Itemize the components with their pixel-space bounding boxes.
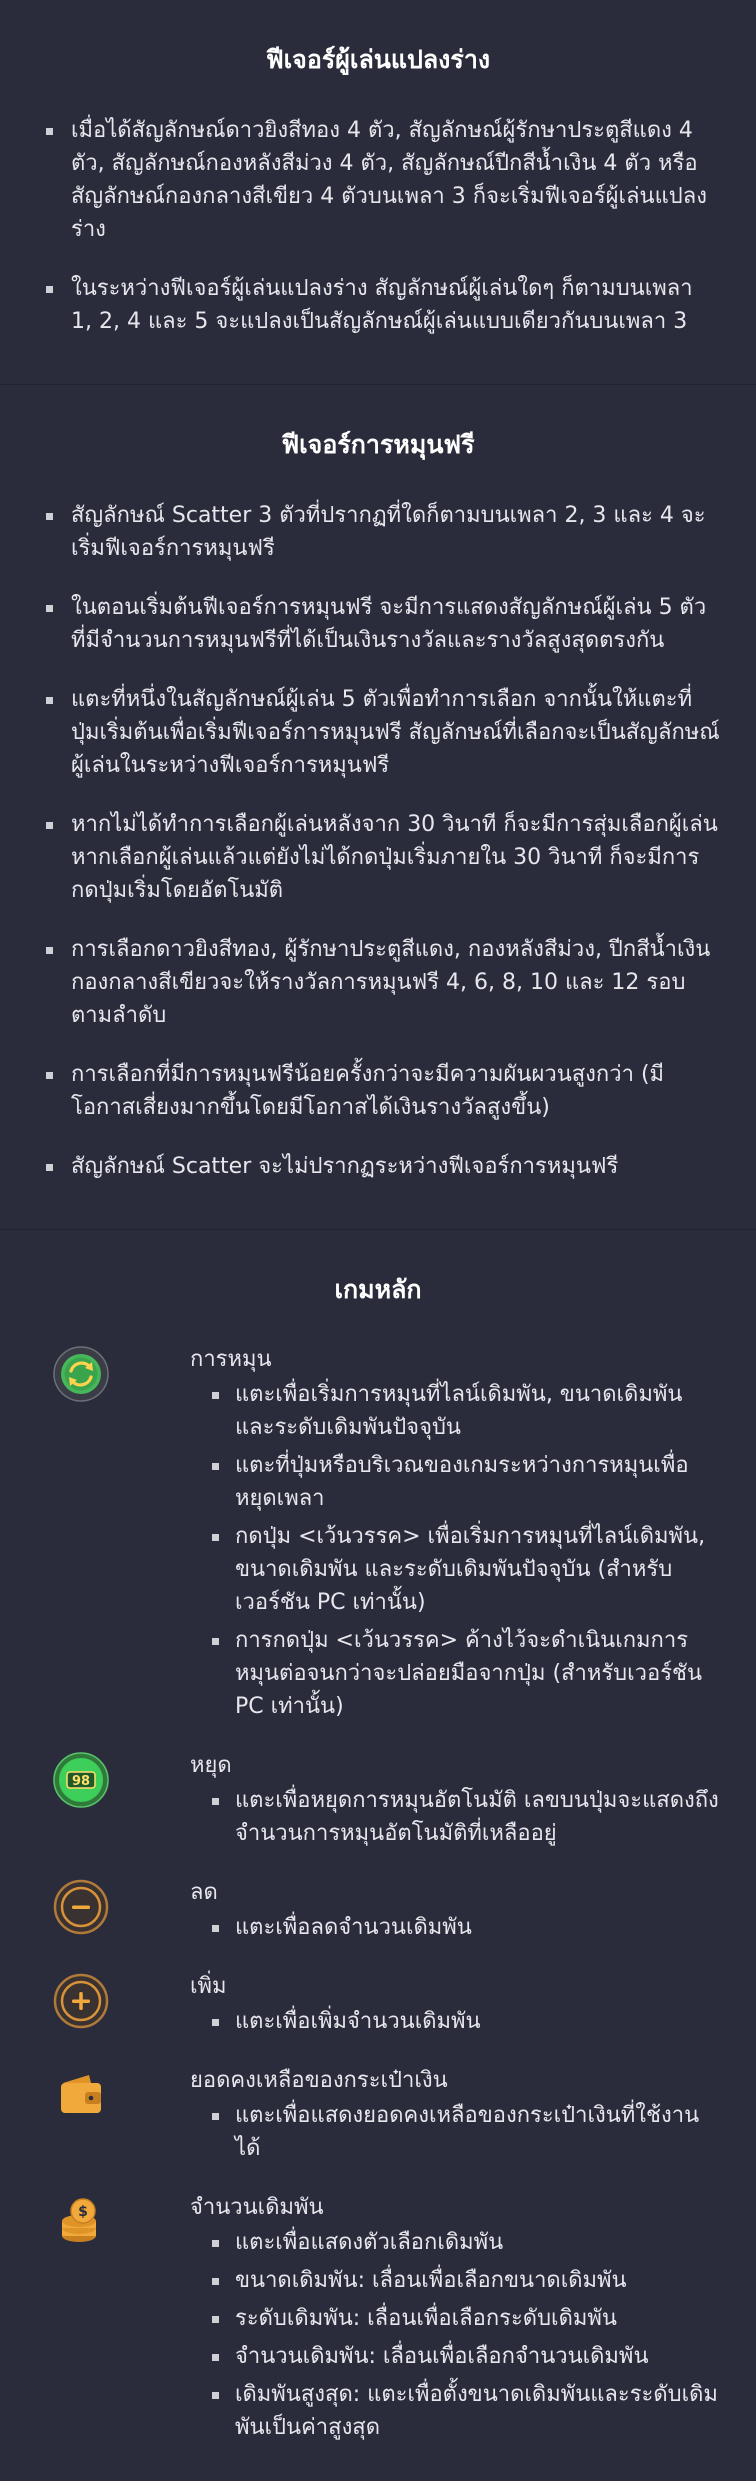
increase-label: เพิ่ม [190, 1974, 227, 1999]
list-item: กดปุ่ม <เว้นวรรค> เพื่อเริ่มการหมุนที่ไล… [212, 1520, 720, 1619]
transform-feature-title: ฟีเจอร์ผู้เล่นแปลงร่าง [265, 45, 491, 74]
list-item: แตะเพื่อเริ่มการหมุนที่ไลน์เดิมพัน, ขนาด… [212, 1378, 720, 1444]
free-spin-list: สัญลักษณ์ Scatter 3 ตัวที่ปรากฏที่ใดก็ตา… [0, 499, 756, 1229]
autospin-stop-icon: 98 [53, 1752, 109, 1808]
wallet-row: ยอดคงเหลือของกระเป๋าเงิน แตะเพื่อแสดงยอด… [46, 2065, 720, 2170]
spin-label: การหมุน [190, 1347, 272, 1372]
decrease-label: ลด [190, 1880, 218, 1905]
list-item: ในตอนเริ่มต้นฟีเจอร์การหมุนฟรี จะมีการแส… [46, 591, 720, 657]
list-item: แตะที่ปุ่มหรือบริเวณของเกมระหว่างการหมุน… [212, 1449, 720, 1515]
list-item: สัญลักษณ์ Scatter จะไม่ปรากฏระหว่างฟีเจอ… [46, 1150, 720, 1183]
spin-row: การหมุน แตะเพื่อเริ่มการหมุนที่ไลน์เดิมพ… [46, 1344, 720, 1728]
svg-text:$: $ [78, 2204, 88, 2220]
list-item: ในระหว่างฟีเจอร์ผู้เล่นแปลงร่าง สัญลักษณ… [46, 272, 720, 338]
list-item: แตะเพื่อแสดงตัวเลือกเดิมพัน [212, 2226, 720, 2259]
autospin-count: 98 [72, 1774, 90, 1789]
main-game-section: เกมหลัก การหมุน แตะเพื่อเริ่มการหมุนที่ไ… [0, 1230, 756, 2481]
list-item: เมื่อได้สัญลักษณ์ดาวยิงสีทอง 4 ตัว, สัญล… [46, 114, 720, 246]
spin-icon [53, 1346, 109, 1402]
list-item: แตะเพื่อแสดงยอดคงเหลือของกระเป๋าเงินที่ใ… [212, 2099, 720, 2165]
coins-icon: $ [62, 2198, 96, 2242]
stop-row: 98 หยุด แตะเพื่อหยุดการหมุนอัตโนมัติ เลข… [46, 1750, 720, 1855]
list-item: การกดปุ่ม <เว้นวรรค> ค้างไว้จะดำเนินเกมก… [212, 1624, 720, 1723]
minus-icon [53, 1879, 109, 1935]
transform-feature-section: ฟีเจอร์ผู้เล่นแปลงร่าง เมื่อได้สัญลักษณ์… [0, 0, 756, 385]
list-item: แตะเพื่อลดจำนวนเดิมพัน [212, 1911, 720, 1944]
list-item: หากไม่ได้ทำการเลือกผู้เล่นหลังจาก 30 วิน… [46, 808, 720, 907]
list-item: สัญลักษณ์ Scatter 3 ตัวที่ปรากฏที่ใดก็ตา… [46, 499, 720, 565]
increase-row: เพิ่ม แตะเพื่อเพิ่มจำนวนเดิมพัน [46, 1971, 720, 2043]
wallet-icon [61, 2075, 101, 2113]
plus-icon [53, 1973, 109, 2029]
wallet-label: ยอดคงเหลือของกระเป๋าเงิน [190, 2068, 448, 2093]
transform-feature-list: เมื่อได้สัญลักษณ์ดาวยิงสีทอง 4 ตัว, สัญล… [0, 114, 756, 384]
list-item: การเลือกที่มีการหมุนฟรีน้อยครั้งกว่าจะมี… [46, 1058, 720, 1124]
decrease-row: ลด แตะเพื่อลดจำนวนเดิมพัน [46, 1877, 720, 1949]
list-item: ขนาดเดิมพัน: เลื่อนเพื่อเลือกขนาดเดิมพัน [212, 2264, 720, 2297]
list-item: จำนวนเดิมพัน: เลื่อนเพื่อเลือกจำนวนเดิมพ… [212, 2340, 720, 2373]
list-item: การเลือกดาวยิงสีทอง, ผู้รักษาประตูสีแดง,… [46, 933, 720, 1032]
list-item: แตะเพื่อหยุดการหมุนอัตโนมัติ เลขบนปุ่มจะ… [212, 1784, 720, 1850]
bet-label: จำนวนเดิมพัน [190, 2195, 324, 2220]
list-item: ระดับเดิมพัน: เลื่อนเพื่อเลือกระดับเดิมพ… [212, 2302, 720, 2335]
list-item: เดิมพันสูงสุด: แตะเพื่อตั้งขนาดเดิมพันแล… [212, 2378, 720, 2444]
bet-row: $ จำนวนเดิมพัน แตะเพื่อแสดงตัวเลือกเดิมพ… [46, 2192, 720, 2449]
free-spin-section: ฟีเจอร์การหมุนฟรี สัญลักษณ์ Scatter 3 ตั… [0, 385, 756, 1230]
free-spin-title: ฟีเจอร์การหมุนฟรี [281, 430, 475, 459]
main-game-title: เกมหลัก [334, 1275, 422, 1304]
stop-label: หยุด [190, 1753, 232, 1778]
list-item: แตะเพื่อเพิ่มจำนวนเดิมพัน [212, 2005, 720, 2038]
list-item: แตะที่หนึ่งในสัญลักษณ์ผู้เล่น 5 ตัวเพื่อ… [46, 683, 720, 782]
